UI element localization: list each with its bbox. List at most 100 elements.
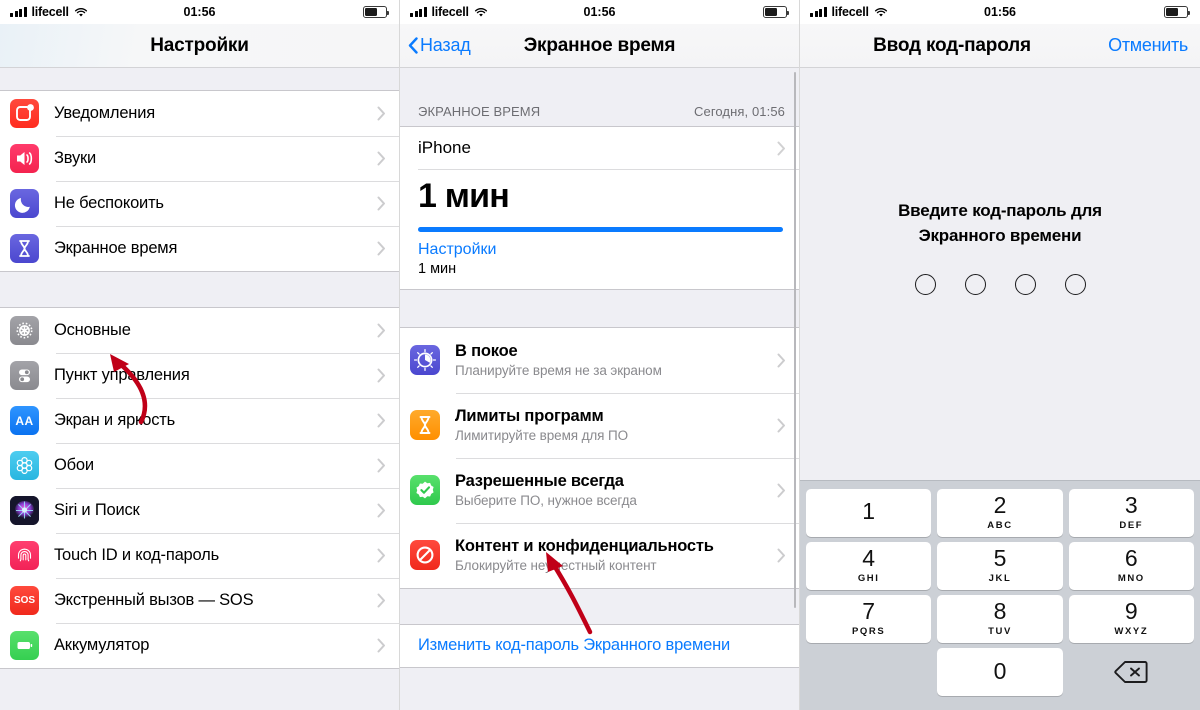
change-passcode-row[interactable]: Изменить код-пароль Экранного времени <box>400 623 799 668</box>
option-text: Лимиты программ Лимитируйте время для ПО <box>455 407 777 443</box>
passcode-body: Введите код-пароль для Экранного времени… <box>800 68 1200 710</box>
chevron-left-icon <box>408 37 418 54</box>
section-header-date: Сегодня, 01:56 <box>694 104 785 119</box>
sidebar-item-notifications[interactable]: Уведомления <box>0 91 399 136</box>
key-letters: DEF <box>1119 520 1144 531</box>
keypad-row: 7 PQRS 8 TUV 9 WXYZ <box>803 592 1197 645</box>
settings-scroll-area[interactable]: Уведомления Звуки Не беспокоить Экранное… <box>0 68 399 710</box>
screen-time-options-group: В покое Планируйте время не за экраном Л… <box>400 326 799 589</box>
key-4[interactable]: 4 GHI <box>806 541 932 590</box>
display-brightness-icon: AA <box>10 406 39 435</box>
sidebar-item-control-center[interactable]: Пункт управления <box>0 353 399 398</box>
keypad-row: 4 GHI 5 JKL 6 MNO <box>803 539 1197 592</box>
sidebar-item-label: Пункт управления <box>54 366 190 384</box>
sidebar-item-label: Touch ID и код-пароль <box>54 546 219 564</box>
sidebar-item-label: Основные <box>54 321 131 339</box>
sidebar-item-label: Обои <box>54 456 94 474</box>
chevron-right-icon <box>377 413 385 428</box>
option-subtitle: Лимитируйте время для ПО <box>455 428 629 444</box>
app-limits-icon <box>410 410 440 441</box>
key-blank <box>806 648 931 696</box>
option-content-privacy[interactable]: Контент и конфиденциальность Блокируйте … <box>400 522 799 588</box>
passcode-dot <box>1014 273 1036 295</box>
key-number: 4 <box>862 545 876 571</box>
sidebar-item-label: Siri и Поиск <box>54 501 140 519</box>
sidebar-item-general[interactable]: Основные <box>0 308 399 353</box>
status-bar-right <box>1164 6 1191 18</box>
wifi-icon <box>474 7 487 17</box>
chevron-right-icon <box>777 141 785 155</box>
sidebar-item-do-not-disturb[interactable]: Не беспокоить <box>0 181 399 226</box>
device-row[interactable]: iPhone <box>400 127 799 169</box>
status-bar-left: lifecell <box>810 5 888 19</box>
key-letters: PQRS <box>852 626 886 637</box>
sidebar-item-label: Уведомления <box>54 104 155 122</box>
key-7[interactable]: 7 PQRS <box>806 594 932 643</box>
key-5[interactable]: 5 JKL <box>937 541 1063 590</box>
sidebar-item-screen-time[interactable]: Экранное время <box>0 226 399 271</box>
screen-time-scroll-area[interactable]: ЭКРАННОЕ ВРЕМЯ Сегодня, 01:56 iPhone 1 м… <box>400 68 799 710</box>
passcode-prompt: Введите код-пароль для Экранного времени <box>898 199 1102 247</box>
panel-screen-time: lifecell 01:56 Назад Экранное время ЭКРА… <box>400 0 800 710</box>
option-text: Контент и конфиденциальность Блокируйте … <box>455 537 777 573</box>
chevron-right-icon <box>777 418 785 433</box>
always-allowed-icon <box>410 475 440 506</box>
vertical-scrollbar[interactable] <box>793 72 796 608</box>
sidebar-item-label: Экранное время <box>54 239 178 257</box>
sidebar-item-touch-id[interactable]: Touch ID и код-пароль <box>0 533 399 578</box>
option-title: Разрешенные всегда <box>455 472 624 491</box>
page-title: Настройки <box>150 34 249 56</box>
key-letters: WXYZ <box>1114 626 1149 637</box>
change-passcode-label: Изменить код-пароль Экранного времени <box>418 636 731 655</box>
key-3[interactable]: 3 DEF <box>1068 488 1194 537</box>
numeric-keypad: 1 2 ABC 3 DEF 4 GHI 5 JKL 6 MNO 7 PQRS 8… <box>800 480 1200 710</box>
option-title: Контент и конфиденциальность <box>455 537 714 556</box>
wallpaper-icon <box>10 451 39 480</box>
list-top-spacer <box>0 68 399 90</box>
option-subtitle: Блокируйте неуместный контент <box>455 558 657 574</box>
battery-settings-icon <box>10 631 39 660</box>
usage-category-link[interactable]: Настройки <box>418 241 783 259</box>
sounds-icon <box>10 144 39 173</box>
chevron-right-icon <box>777 353 785 368</box>
back-button[interactable]: Назад <box>408 35 471 56</box>
key-6[interactable]: 6 MNO <box>1068 541 1194 590</box>
battery-icon <box>363 6 390 18</box>
wifi-icon <box>74 7 87 17</box>
sidebar-item-siri[interactable]: Siri и Поиск <box>0 488 399 533</box>
passcode-dot <box>964 273 986 295</box>
option-app-limits[interactable]: Лимиты программ Лимитируйте время для ПО <box>400 392 799 458</box>
section-header-label: ЭКРАННОЕ ВРЕМЯ <box>418 104 541 119</box>
cellular-bars-icon <box>10 7 27 17</box>
cancel-button[interactable]: Отменить <box>1108 35 1188 56</box>
usage-progress-bar <box>418 226 783 232</box>
sidebar-item-label: Звуки <box>54 149 97 167</box>
sidebar-item-emergency-sos[interactable]: SOS Экстренный вызов — SOS <box>0 578 399 623</box>
option-downtime[interactable]: В покое Планируйте время не за экраном <box>400 327 799 393</box>
carrier-label: lifecell <box>431 5 470 19</box>
content-privacy-icon <box>410 540 440 571</box>
navigation-bar-screen-time: Назад Экранное время <box>400 24 799 68</box>
list-group-gap <box>0 272 399 307</box>
option-always-allowed[interactable]: Разрешенные всегда Выберите ПО, нужное в… <box>400 457 799 523</box>
chevron-right-icon <box>377 458 385 473</box>
option-title: В покое <box>455 342 518 361</box>
notifications-icon <box>10 99 39 128</box>
settings-group-1: Уведомления Звуки Не беспокоить Экранное… <box>0 90 399 272</box>
sidebar-item-battery[interactable]: Аккумулятор <box>0 623 399 668</box>
key-0[interactable]: 0 <box>937 647 1063 696</box>
delete-key[interactable] <box>1069 648 1194 696</box>
downtime-icon <box>410 345 440 376</box>
status-bar-left: lifecell <box>10 5 88 19</box>
sidebar-item-sounds[interactable]: Звуки <box>0 136 399 181</box>
status-bar: lifecell 01:56 <box>400 0 799 24</box>
sidebar-item-display-brightness[interactable]: AA Экран и яркость <box>0 398 399 443</box>
navigation-bar-settings: Настройки <box>0 24 399 68</box>
key-9[interactable]: 9 WXYZ <box>1068 594 1194 643</box>
keypad-row: 1 2 ABC 3 DEF <box>803 486 1197 539</box>
sidebar-item-wallpaper[interactable]: Обои <box>0 443 399 488</box>
key-2[interactable]: 2 ABC <box>937 488 1063 537</box>
key-1[interactable]: 1 <box>806 488 932 537</box>
back-button-label: Назад <box>420 35 471 55</box>
key-8[interactable]: 8 TUV <box>937 594 1063 643</box>
